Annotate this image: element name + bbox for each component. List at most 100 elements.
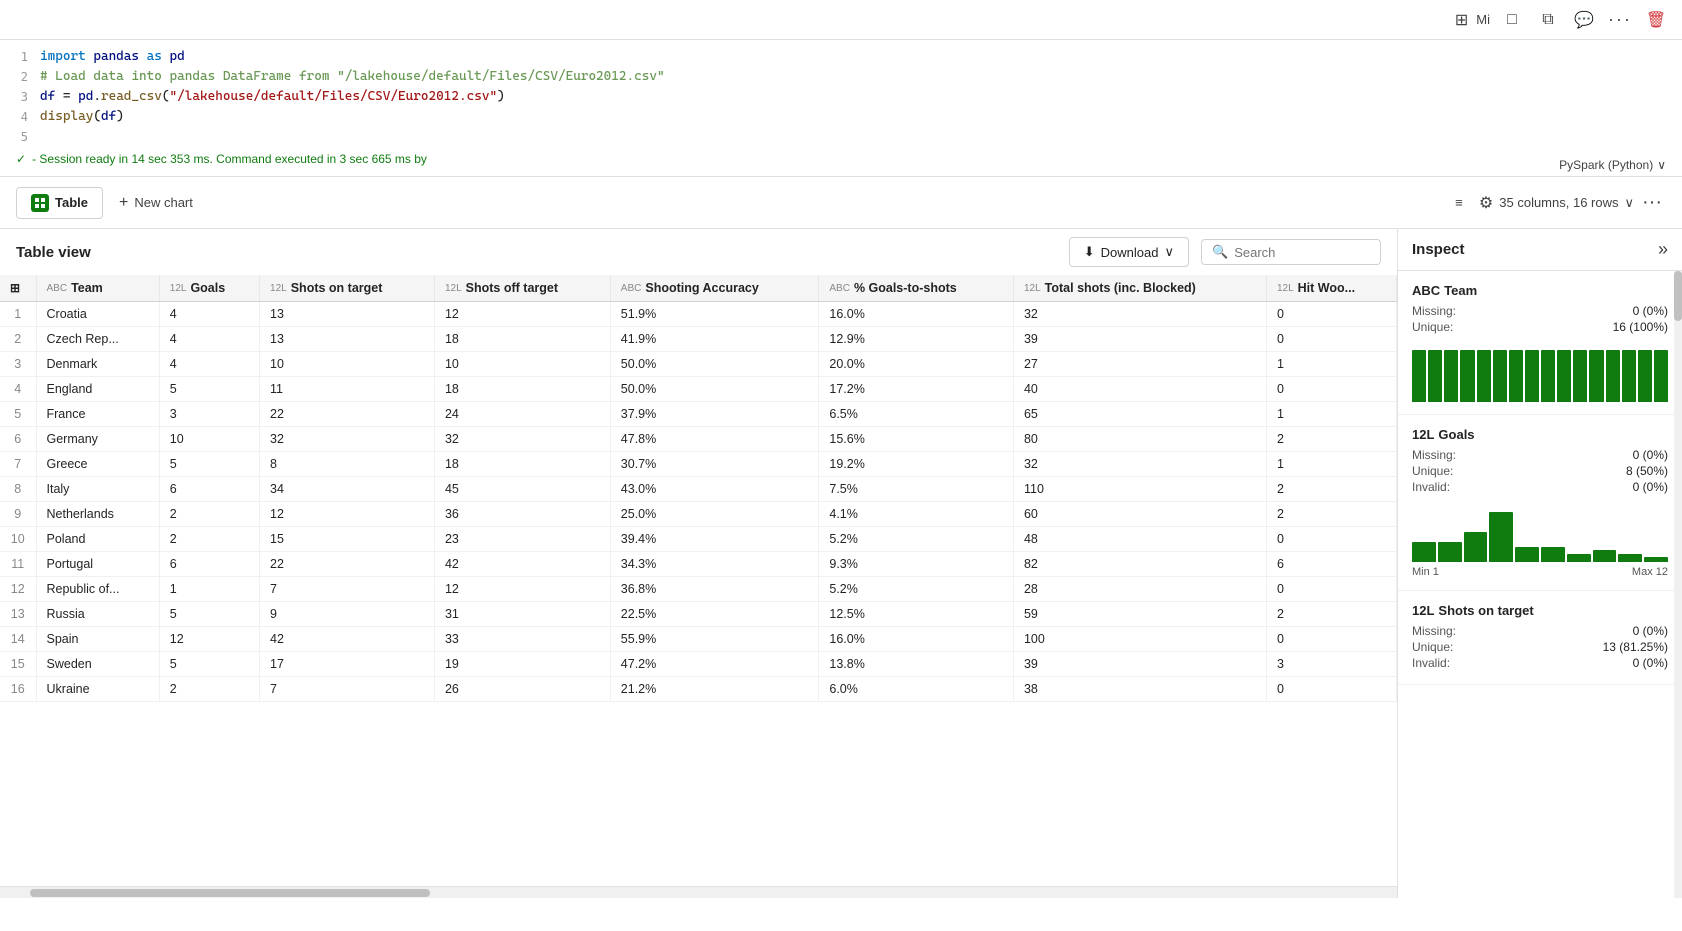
col-header-pct-goals-to-shots[interactable]: ABC % Goals-to-shots xyxy=(819,275,1014,302)
cell-pct-goals: 17.2% xyxy=(819,377,1014,402)
horizontal-scrollbar[interactable] xyxy=(0,886,1397,898)
col-header-hit-woodwork[interactable]: 12L Hit Woo... xyxy=(1266,275,1396,302)
team-bar-chart xyxy=(1412,342,1668,402)
code-line-3: 3 df = pd.read_csv("/lakehouse/default/F… xyxy=(0,88,1682,108)
cell-shots-off: 26 xyxy=(434,677,610,702)
cell-shots-off: 18 xyxy=(434,452,610,477)
inspect-scroll-area[interactable]: ABC Team Missing: 0 (0%) Unique: 16 (100… xyxy=(1398,271,1682,898)
chat-icon[interactable]: 💬 xyxy=(1570,6,1598,34)
col-header-shots-off-target[interactable]: 12L Shots off target xyxy=(434,275,610,302)
missing-value: 0 (0%) xyxy=(1633,448,1668,462)
inspect-goals-card: 12L Goals Missing: 0 (0%) Unique: 8 (50%… xyxy=(1398,415,1682,591)
col-header-total-shots[interactable]: 12L Total shots (inc. Blocked) xyxy=(1013,275,1266,302)
col-header-shots-on-target[interactable]: 12L Shots on target xyxy=(260,275,435,302)
bar xyxy=(1589,350,1603,402)
inspect-panel: Inspect » ABC Team Missing: 0 (0%) xyxy=(1397,229,1682,898)
cell-total-shots: 65 xyxy=(1013,402,1266,427)
download-icon: ⬇ xyxy=(1084,244,1095,260)
cell-shots-on: 22 xyxy=(260,552,435,577)
pyspark-text: PySpark (Python) xyxy=(1559,158,1653,172)
more-options-button[interactable]: ··· xyxy=(1638,191,1666,214)
cell-hit-wood: 2 xyxy=(1266,602,1396,627)
download-chevron-icon: ∨ xyxy=(1164,244,1174,260)
cell-goals: 5 xyxy=(159,452,259,477)
horizontal-scroll-thumb[interactable] xyxy=(30,889,430,897)
mi-label: Mi xyxy=(1476,12,1490,27)
table-row: 8 Italy 6 34 45 43.0% 7.5% 110 2 xyxy=(0,477,1397,502)
monitor-icon: ⊞ xyxy=(1455,10,1468,30)
cell-total-shots: 100 xyxy=(1013,627,1266,652)
cell-row-num: 15 xyxy=(0,652,36,677)
inspect-shots-invalid: Invalid: 0 (0%) xyxy=(1412,656,1668,670)
cell-row-num: 13 xyxy=(0,602,36,627)
cell-shots-off: 32 xyxy=(434,427,610,452)
cell-shoot-acc: 36.8% xyxy=(610,577,819,602)
cell-team: Sweden xyxy=(36,652,159,677)
cell-team: Czech Rep... xyxy=(36,327,159,352)
inspect-goals-invalid: Invalid: 0 (0%) xyxy=(1412,480,1668,494)
cell-hit-wood: 0 xyxy=(1266,577,1396,602)
cell-pct-goals: 4.1% xyxy=(819,502,1014,527)
cell-pct-goals: 16.0% xyxy=(819,302,1014,327)
cell-shots-on: 8 xyxy=(260,452,435,477)
col-header-goals[interactable]: 12L Goals xyxy=(159,275,259,302)
data-table-wrapper[interactable]: ⊞ ABC Team 12L Goals 12L Shots on target xyxy=(0,275,1397,886)
more-options-icon[interactable]: ··· xyxy=(1606,6,1634,34)
bar xyxy=(1489,512,1513,562)
team-type-badge: ABC xyxy=(1412,283,1440,298)
cell-shots-on: 13 xyxy=(260,327,435,352)
cell-shoot-acc: 50.0% xyxy=(610,377,819,402)
download-button[interactable]: ⬇ Download ∨ xyxy=(1069,237,1189,267)
cell-total-shots: 28 xyxy=(1013,577,1266,602)
cell-row-num: 16 xyxy=(0,677,36,702)
cell-shoot-acc: 50.0% xyxy=(610,352,819,377)
cell-row-num: 8 xyxy=(0,477,36,502)
cell-shots-off: 18 xyxy=(434,327,610,352)
search-box[interactable]: 🔍 xyxy=(1201,239,1381,265)
cell-shots-on: 11 xyxy=(260,377,435,402)
cell-hit-wood: 2 xyxy=(1266,502,1396,527)
column-info[interactable]: ⚙ 35 columns, 16 rows ∨ xyxy=(1479,193,1634,213)
cell-team: Netherlands xyxy=(36,502,159,527)
inspect-shots-on-target-card: 12L Shots on target Missing: 0 (0%) Uniq… xyxy=(1398,591,1682,685)
filter-icon[interactable]: ≡ xyxy=(1443,187,1475,219)
col-header-team[interactable]: ABC Team xyxy=(36,275,159,302)
inspect-shots-col-name: 12L Shots on target xyxy=(1412,603,1668,618)
cell-pct-goals: 19.2% xyxy=(819,452,1014,477)
code-content-2: # Load data into pandas DataFrame from "… xyxy=(40,69,665,84)
table-row: 16 Ukraine 2 7 26 21.2% 6.0% 38 0 xyxy=(0,677,1397,702)
cell-hit-wood: 0 xyxy=(1266,627,1396,652)
cell-pct-goals: 5.2% xyxy=(819,577,1014,602)
bar xyxy=(1444,350,1458,402)
settings-icon: ⚙ xyxy=(1479,193,1493,213)
copy-icon[interactable]: ⧉ xyxy=(1534,6,1562,34)
cell-total-shots: 32 xyxy=(1013,302,1266,327)
cell-total-shots: 60 xyxy=(1013,502,1266,527)
cell-hit-wood: 3 xyxy=(1266,652,1396,677)
delete-icon[interactable]: 🗑 xyxy=(1642,6,1670,34)
inspect-shots-missing: Missing: 0 (0%) xyxy=(1412,624,1668,638)
collapse-icon[interactable]: » xyxy=(1658,239,1668,260)
pyspark-label[interactable]: PySpark (Python) ∨ xyxy=(1559,158,1666,172)
table-header-row: ⊞ ABC Team 12L Goals 12L Shots on target xyxy=(0,275,1397,302)
new-chart-button[interactable]: + New chart xyxy=(107,188,205,218)
cell-shots-on: 7 xyxy=(260,677,435,702)
line-number-3: 3 xyxy=(0,89,40,104)
cell-goals: 2 xyxy=(159,502,259,527)
col-header-row-num[interactable]: ⊞ xyxy=(0,275,36,302)
cell-shots-on: 42 xyxy=(260,627,435,652)
cell-team: Italy xyxy=(36,477,159,502)
table-tab[interactable]: Table xyxy=(16,187,103,219)
cell-shoot-acc: 21.2% xyxy=(610,677,819,702)
col-info-chevron-icon: ∨ xyxy=(1625,195,1635,211)
line-number-4: 4 xyxy=(0,109,40,124)
cell-hit-wood: 0 xyxy=(1266,377,1396,402)
cell-row-num: 12 xyxy=(0,577,36,602)
search-input[interactable] xyxy=(1234,245,1370,260)
col-header-shooting-accuracy[interactable]: ABC Shooting Accuracy xyxy=(610,275,819,302)
code-content-1: import pandas as pd xyxy=(40,49,185,64)
cell-shots-off: 12 xyxy=(434,577,610,602)
table-toolbar: Table + New chart ≡ ⚙ 35 columns, 16 row… xyxy=(0,177,1682,229)
screen-icon[interactable]: □ xyxy=(1498,6,1526,34)
cell-shots-off: 23 xyxy=(434,527,610,552)
